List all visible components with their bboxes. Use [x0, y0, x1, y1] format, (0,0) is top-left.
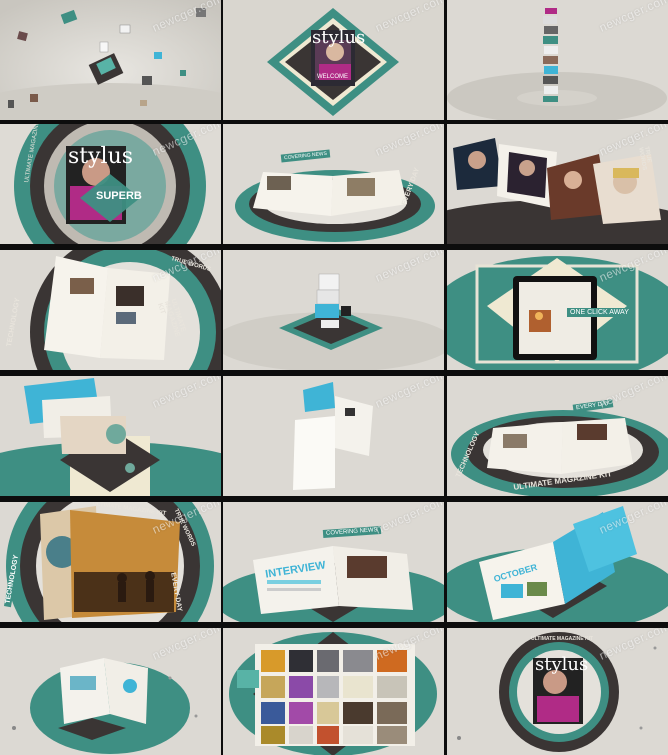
frame-14: COVERING NEWS INTERVIEW newcger.com [223, 502, 444, 622]
frame-2: stylus WELCOME newcger.com [223, 0, 444, 120]
frame-12: EVERY DAY TECHNOLOGY ULTIMATE MAGAZINE K… [447, 376, 668, 496]
stylus-title: stylus [68, 144, 134, 169]
frame-15: OCTOBER newcger.com [447, 502, 668, 622]
frame-16: newcger.com [0, 628, 221, 755]
frame-4: stylus SUPERB ULTIMATE MAGAZINE KIT newc… [0, 124, 221, 244]
one-click-tag: ONE CLICK AWAY [567, 308, 632, 317]
stylus-title: stylus [535, 654, 589, 675]
superb-tag: SUPERB [96, 190, 142, 202]
frame-7: TECHNOLOGY TRUE WORDS ULTIMATE MAGAZINE … [0, 250, 221, 370]
frame-9: ONE CLICK AWAY newcger.com [447, 250, 668, 370]
storyboard-grid: newcger.com stylus WELCOME newcger.com n… [0, 0, 668, 755]
ring-text: ULTIMATE MAGAZINE KIT [531, 636, 594, 642]
welcome-tag: WELCOME [317, 74, 349, 80]
frame-18: stylus ULTIMATE MAGAZINE KIT newcger.com [447, 628, 668, 755]
frame-3: newcger.com [447, 0, 668, 120]
frame-17: newcger.com [223, 628, 444, 755]
frame-10: newcger.com [0, 376, 221, 496]
frame-5: COVERING NEWS EVERY DAY newcger.com [223, 124, 444, 244]
frame-11: newcger.com [223, 376, 444, 496]
frame-6: TRUE WORDS newcger.com [447, 124, 668, 244]
frame-13: TECHNOLOGY TRUE WORDS EVERY DAY ULTIMATE… [0, 502, 221, 622]
frame-8: newcger.com [223, 250, 444, 370]
stylus-title: stylus [312, 27, 366, 48]
frame-1: newcger.com [0, 0, 221, 120]
